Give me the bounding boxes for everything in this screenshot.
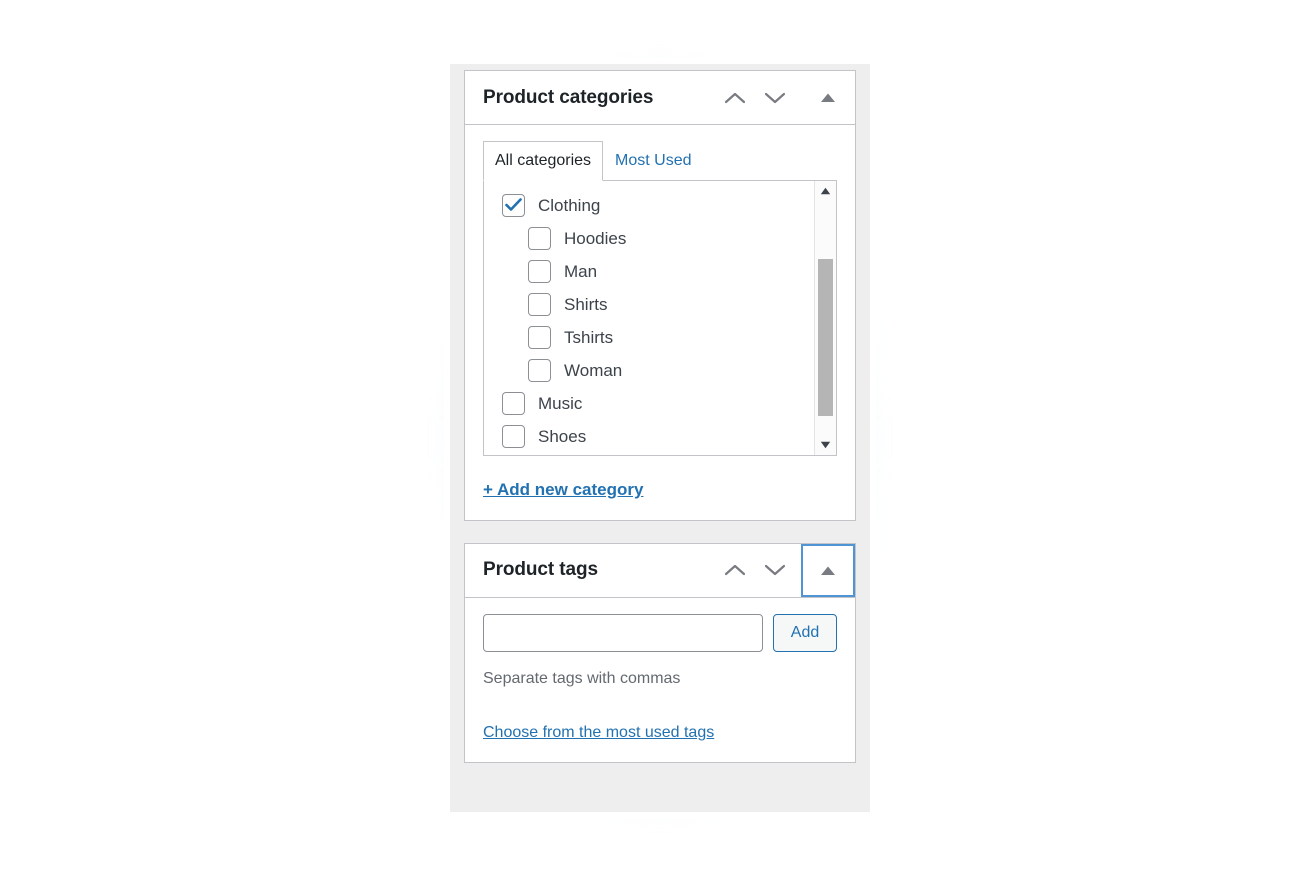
product-tags-title: Product tags [483, 559, 598, 581]
tags-hint-text: Separate tags with commas [483, 669, 681, 687]
chevron-up-icon-button[interactable] [715, 79, 755, 117]
chevron-down-icon [764, 565, 786, 576]
category-tabs: All categories Most Used [483, 141, 837, 181]
list-item[interactable]: Shirts [484, 288, 814, 321]
tag-input[interactable] [483, 613, 763, 652]
product-tags-header: Product tags [465, 543, 855, 598]
add-new-category-link[interactable]: + Add new category [483, 480, 643, 500]
scrollbar-track[interactable] [815, 201, 836, 435]
chevron-up-icon [724, 565, 746, 576]
product-categories-title: Product categories [483, 86, 654, 108]
checkbox-tshirts[interactable] [528, 325, 551, 349]
check-icon [505, 198, 522, 212]
triangle-up-icon [821, 93, 835, 102]
product-tags-body: Add Separate tags with commas Choose fro… [465, 598, 855, 762]
product-categories-toggle-button[interactable] [801, 71, 855, 124]
checkbox-man[interactable] [528, 259, 551, 283]
list-item-label: Woman [564, 360, 623, 380]
product-categories-body: All categories Most Used Clothing Hoodie… [465, 125, 855, 520]
screenshot-root: Product categories All categories Most U… [0, 0, 1300, 878]
list-item-label: Music [538, 393, 583, 413]
checkbox-clothing[interactable] [502, 193, 525, 217]
tab-all-categories[interactable]: All categories [483, 141, 604, 181]
list-item[interactable]: Music [484, 387, 814, 420]
tag-entry-row: Add [483, 613, 837, 652]
product-tags-toggle-button[interactable] [801, 543, 855, 597]
product-categories-metabox: Product categories All categories Most U… [464, 70, 856, 521]
checkbox-shoes[interactable] [502, 424, 525, 448]
category-list-scrollbar[interactable] [814, 180, 836, 455]
chevron-up-icon-button[interactable] [715, 551, 755, 589]
list-item-label: Hoodies [564, 228, 627, 248]
choose-most-used-tags-link[interactable]: Choose from the most used tags [483, 724, 714, 742]
category-checklist-box: Clothing Hoodies Man Shirts Tshirts Woma… [483, 180, 837, 456]
list-item-label: Clothing [538, 195, 601, 215]
scrollbar-thumb[interactable] [818, 259, 833, 417]
scroll-down-arrow-icon[interactable] [815, 434, 836, 455]
product-tags-metabox: Product tags Add Separate tags with comm… [464, 542, 856, 763]
list-item-label: Shoes [538, 426, 587, 446]
list-item[interactable]: Tshirts [484, 321, 814, 354]
chevron-down-icon [764, 92, 786, 103]
scroll-up-arrow-icon[interactable] [815, 180, 836, 201]
checkbox-shirts[interactable] [528, 292, 551, 316]
list-item-label: Shirts [564, 294, 608, 314]
checkbox-hoodies[interactable] [528, 226, 551, 250]
product-categories-header: Product categories [465, 71, 855, 125]
tab-most-used[interactable]: Most Used [603, 141, 703, 180]
chevron-down-icon-button[interactable] [755, 79, 795, 117]
category-checklist: Clothing Hoodies Man Shirts Tshirts Woma… [484, 181, 814, 455]
add-tag-button[interactable]: Add [773, 613, 837, 652]
list-item[interactable]: Shoes [484, 420, 814, 453]
list-item-label: Tshirts [564, 327, 614, 347]
checkbox-woman[interactable] [528, 358, 551, 382]
list-item[interactable]: Hoodies [484, 222, 814, 255]
list-item[interactable]: Man [484, 255, 814, 288]
checkbox-music[interactable] [502, 391, 525, 415]
chevron-up-icon [724, 92, 746, 103]
list-item[interactable]: Woman [484, 354, 814, 387]
list-item-label: Man [564, 261, 598, 281]
sidebar-column: Product categories All categories Most U… [444, 58, 876, 818]
list-item[interactable]: Clothing [484, 189, 814, 222]
triangle-up-icon [821, 566, 835, 575]
chevron-down-icon-button[interactable] [755, 551, 795, 589]
